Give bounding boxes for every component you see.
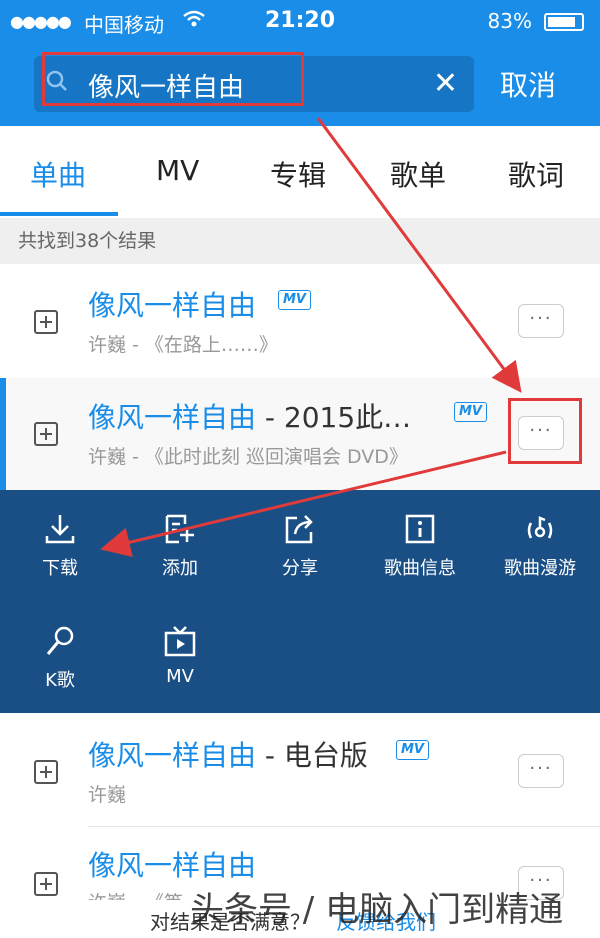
- song-artist-album: 许巍 - 《在路上……》: [88, 334, 278, 356]
- battery-icon: [544, 13, 584, 31]
- result-tabs: 单曲 MV 专辑 歌单 歌词: [0, 126, 600, 219]
- add-icon[interactable]: [34, 872, 58, 896]
- song-title[interactable]: 像风一样自由: [88, 284, 256, 324]
- list-item[interactable]: 像风一样自由 MV 许巍 - 《在路上……》 ···: [0, 264, 600, 376]
- share-button[interactable]: 分享: [240, 512, 360, 580]
- status-bar: ●●●●● 中国移动 21:20 83%: [0, 0, 600, 44]
- song-roam-button[interactable]: 歌曲漫游: [480, 512, 600, 580]
- song-roam-icon: [527, 516, 553, 539]
- tab-playlists[interactable]: 歌单: [390, 154, 446, 194]
- cancel-button[interactable]: 取消: [500, 64, 556, 104]
- song-title[interactable]: 像风一样自由 - 2015此…: [88, 396, 411, 436]
- mv-badge[interactable]: MV: [454, 402, 487, 422]
- add-icon[interactable]: [34, 422, 58, 446]
- add-to-list-icon: [165, 514, 194, 544]
- more-annotation-highlight: [508, 398, 582, 464]
- add-icon[interactable]: [34, 310, 58, 334]
- song-title[interactable]: 像风一样自由 - 电台版: [88, 734, 368, 774]
- add-to-list-button[interactable]: 添加: [120, 512, 240, 580]
- search-annotation-highlight: [42, 52, 304, 106]
- song-info-button[interactable]: 歌曲信息: [360, 512, 480, 580]
- mv-button[interactable]: MV: [120, 624, 240, 687]
- song-artist-album: 许巍: [88, 784, 127, 806]
- share-icon: [285, 515, 313, 544]
- active-tab-indicator: [0, 212, 118, 216]
- list-item[interactable]: 像风一样自由 - 电台版 MV 许巍 ···: [0, 716, 600, 828]
- tab-mv[interactable]: MV: [156, 154, 199, 187]
- tab-singles[interactable]: 单曲: [30, 154, 86, 194]
- row-divider: [88, 826, 600, 827]
- tv-icon: [164, 626, 196, 657]
- download-button[interactable]: 下载: [0, 512, 120, 580]
- mv-badge[interactable]: MV: [396, 740, 429, 760]
- song-action-panel: 下载 添加 分享 歌曲信息 歌曲漫游 K歌 MV: [0, 490, 600, 713]
- karaoke-button[interactable]: K歌: [0, 624, 120, 692]
- download-icon: [45, 515, 75, 544]
- info-icon: [405, 514, 435, 544]
- watermark: 头条号 / 电脑入门到精通: [190, 890, 564, 930]
- clear-search-icon[interactable]: ✕: [433, 67, 458, 101]
- microphone-icon: [46, 626, 74, 655]
- battery-percent: 83%: [487, 9, 532, 33]
- more-options-button[interactable]: ···: [518, 754, 564, 788]
- song-title[interactable]: 像风一样自由: [88, 844, 256, 884]
- mv-badge[interactable]: MV: [278, 290, 311, 310]
- tab-lyrics[interactable]: 歌词: [508, 154, 564, 194]
- song-artist-album: 许巍 - 《此时此刻 巡回演唱会 DVD》: [88, 446, 408, 468]
- add-icon[interactable]: [34, 760, 58, 784]
- more-options-button[interactable]: ···: [518, 304, 564, 338]
- tab-albums[interactable]: 专辑: [270, 154, 326, 194]
- result-count: 共找到38个结果: [0, 218, 600, 264]
